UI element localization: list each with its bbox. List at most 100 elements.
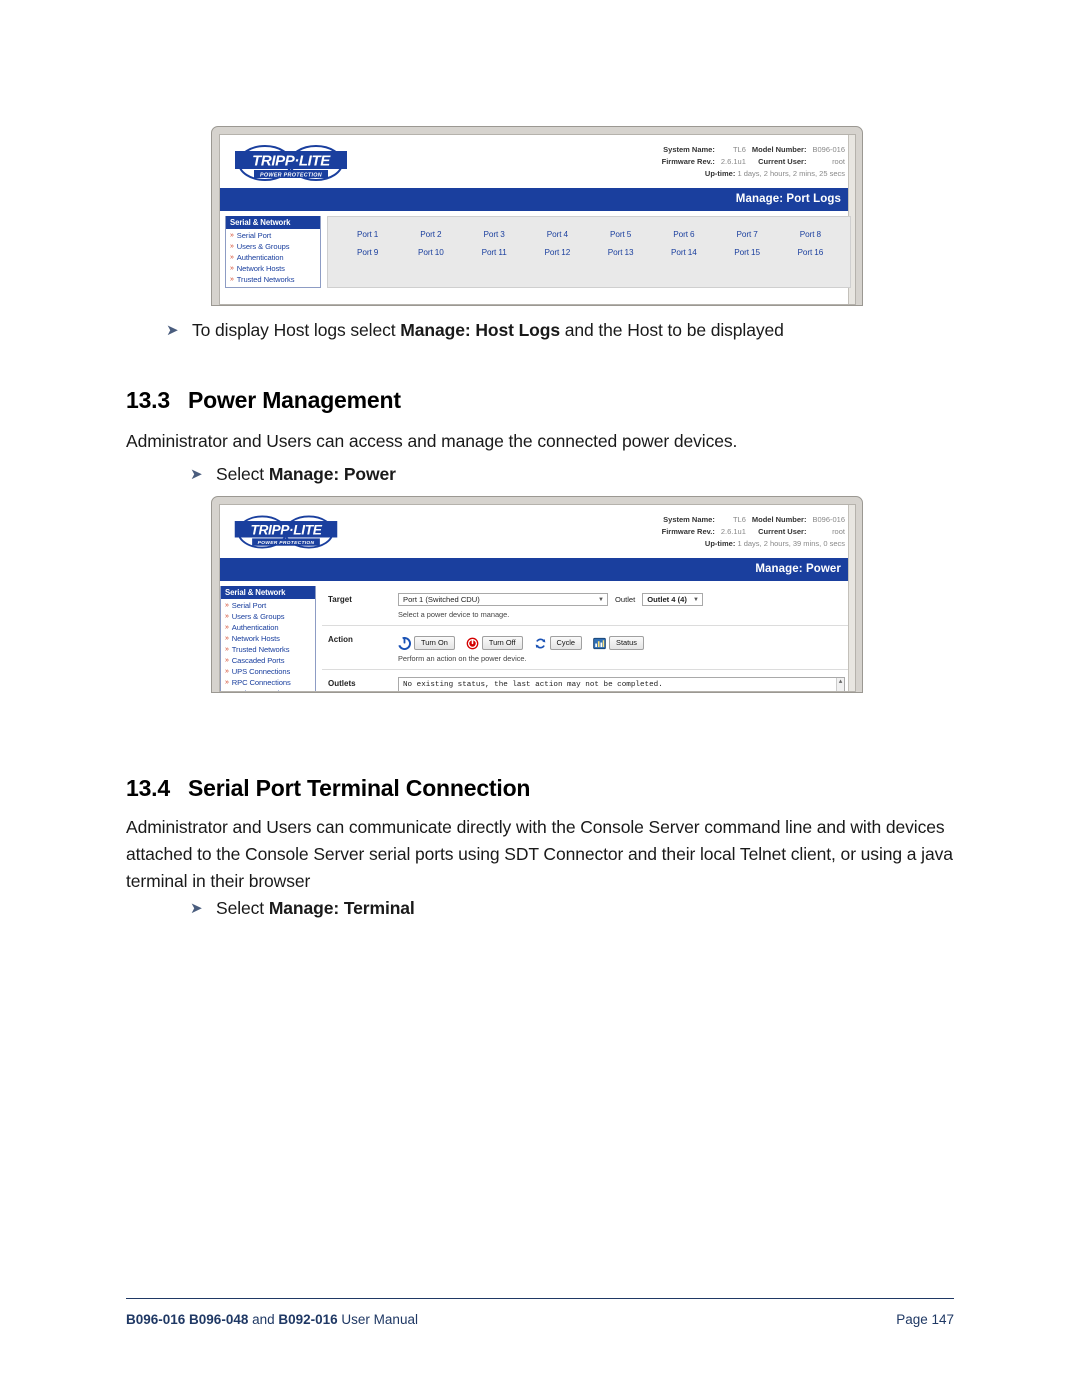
sidebar-item-label: Trusted Networks [236, 275, 295, 284]
port-link[interactable]: Port 7 [716, 230, 779, 239]
turn-off-button-label[interactable]: Turn Off [481, 636, 523, 650]
sidebar-item-serial-port[interactable]: » Serial Port [226, 230, 320, 241]
outlets-status-textarea[interactable]: No existing status, the last action may … [398, 677, 845, 691]
model-number-value: B096-016 [812, 145, 845, 154]
port-link[interactable]: Port 13 [589, 248, 652, 257]
bullet-text-bold: Manage: Terminal [268, 898, 415, 918]
chevron-down-icon: ▼ [692, 596, 699, 603]
chevron-right-icon: » [230, 265, 234, 272]
port-link[interactable]: Port 15 [716, 248, 779, 257]
action-turn-off[interactable]: Turn Off [466, 636, 523, 650]
svg-text:TRIPP·LITE: TRIPP·LITE [250, 522, 322, 537]
footer-page-number: Page 147 [896, 1312, 954, 1327]
action-cycle[interactable]: Cycle [534, 636, 583, 650]
chevron-right-bullet-icon: ➤ [166, 322, 179, 339]
sidebar-item-label: RPC Connections [231, 678, 291, 687]
tripp-lite-logo: TRIPP·LITE POWER PROTECTION [232, 142, 350, 184]
sidebar-item-ups-connections[interactable]: » UPS Connections [221, 666, 315, 677]
sidebar-item-users-groups[interactable]: » Users & Groups [226, 241, 320, 252]
svg-text:POWER PROTECTION: POWER PROTECTION [258, 540, 315, 546]
chevron-right-icon: » [225, 602, 229, 609]
cycle-icon [535, 638, 545, 648]
uptime-value: 1 days, 2 hours, 39 mins, 0 secs [737, 539, 845, 548]
status-button-label[interactable]: Status [609, 636, 644, 650]
action-turn-on[interactable]: Turn On [398, 636, 455, 650]
sidebar-item-label: Users & Groups [231, 612, 285, 621]
textarea-scrollbar[interactable]: ▲ [836, 678, 844, 691]
action-status[interactable]: Status [593, 636, 644, 650]
sidebar-item-label: Cascaded Ports [231, 656, 285, 665]
footer-model-suffix: B092-016 [278, 1312, 338, 1327]
port-link[interactable]: Port 2 [399, 230, 462, 239]
bullet-text-bold: Manage: Host Logs [400, 320, 560, 340]
outlets-label: Outlets [328, 679, 356, 688]
port-link[interactable]: Port 3 [463, 230, 526, 239]
chevron-right-icon: » [225, 646, 229, 653]
uptime-label: Up-time: [704, 539, 736, 548]
sidebar-item-authentication[interactable]: » Authentication [226, 252, 320, 263]
bullet-text-post: and the Host to be displayed [559, 320, 784, 340]
sidebar-item-trusted-networks[interactable]: » Trusted Networks [226, 274, 320, 285]
power-on-icon [398, 636, 411, 650]
outlet-value: Outlet 4 (4) [647, 595, 687, 604]
sidebar-item-label: Authentication [236, 253, 284, 262]
vertical-scrollbar[interactable] [848, 505, 855, 691]
sidebar-header-serial-network: Serial & Network [221, 586, 315, 599]
sidebar-item-label: Network Hosts [236, 264, 285, 273]
footer-divider [126, 1298, 954, 1299]
system-name-value: TL6 [732, 145, 746, 154]
manual-page: TRIPP·LITE POWER PROTECTION System Name:… [0, 0, 1080, 1397]
port-link[interactable]: Port 4 [526, 230, 589, 239]
chevron-down-icon: ▼ [598, 596, 604, 603]
turn-on-button-label[interactable]: Turn On [414, 636, 455, 650]
heading-serial-port-terminal: 13.4 Serial Port Terminal Connection [126, 775, 886, 802]
heading-number: 13.3 [126, 387, 170, 413]
outlet-select[interactable]: Outlet 4 (4) ▼ [642, 593, 703, 606]
power-device-select[interactable]: Port 1 (Switched CDU) ▼ [398, 593, 608, 606]
chevron-right-icon: » [225, 613, 229, 620]
firmware-value: 2.6.1u1 [720, 156, 746, 166]
cycle-button-label[interactable]: Cycle [549, 636, 583, 650]
port-link[interactable]: Port 10 [399, 248, 462, 257]
port-link[interactable]: Port 5 [589, 230, 652, 239]
power-device-value: Port 1 (Switched CDU) [403, 595, 480, 604]
sidebar-header-serial-network: Serial & Network [226, 216, 320, 229]
heading-number: 13.4 [126, 775, 170, 801]
bullet-select-terminal: ➤ Select Manage: Terminal [190, 895, 890, 922]
port-link[interactable]: Port 8 [779, 230, 842, 239]
sidebar-item-environmental[interactable]: » Environmental [221, 688, 315, 691]
sidebar-item-label: UPS Connections [231, 667, 291, 676]
sidebar-item-network-hosts[interactable]: » Network Hosts [226, 263, 320, 274]
footer-conjunction: and [248, 1312, 279, 1327]
port-link[interactable]: Port 1 [336, 230, 399, 239]
sidebar-item-serial-port[interactable]: » Serial Port [221, 600, 315, 611]
uptime-row: Up-time: 1 days, 2 hours, 39 mins, 0 sec… [656, 538, 845, 550]
sidebar-item-label: Serial Port [236, 231, 272, 240]
port-link[interactable]: Port 11 [463, 248, 526, 257]
sidebar-item-trusted-networks[interactable]: » Trusted Networks [221, 644, 315, 655]
outlets-status-text: No existing status, the last action may … [403, 681, 663, 689]
footer-manual-label: User Manual [337, 1312, 418, 1327]
port-link[interactable]: Port 6 [652, 230, 715, 239]
port-link[interactable]: Port 16 [779, 248, 842, 257]
app-header: TRIPP·LITE POWER PROTECTION System Name:… [220, 505, 855, 558]
sidebar-item-rpc-connections[interactable]: » RPC Connections [221, 677, 315, 688]
uptime-label: Up-time: [704, 169, 736, 178]
chevron-right-bullet-icon: ➤ [190, 900, 203, 917]
chevron-right-bullet-icon: ➤ [190, 466, 203, 483]
bullet-text-pre: Select [216, 898, 269, 918]
sidebar-item-network-hosts[interactable]: » Network Hosts [221, 633, 315, 644]
app-body-port-logs: Serial & Network » Serial Port » Users &… [220, 211, 855, 288]
screenshot-manage-power: TRIPP·LITE POWER PROTECTION System Name:… [211, 496, 863, 693]
sidebar-list: » Serial Port » Users & Groups » Authent… [221, 599, 315, 691]
sidebar-item-cascaded-ports[interactable]: » Cascaded Ports [221, 655, 315, 666]
chevron-right-icon: » [225, 635, 229, 642]
port-link[interactable]: Port 9 [336, 248, 399, 257]
port-link[interactable]: Port 12 [526, 248, 589, 257]
page-title-bar-port-logs: Manage: Port Logs [220, 188, 855, 211]
current-user-label: Current User: [758, 526, 807, 536]
port-link[interactable]: Port 14 [652, 248, 715, 257]
chevron-right-icon: » [230, 276, 234, 283]
sidebar-item-users-groups[interactable]: » Users & Groups [221, 611, 315, 622]
sidebar-item-authentication[interactable]: » Authentication [221, 622, 315, 633]
